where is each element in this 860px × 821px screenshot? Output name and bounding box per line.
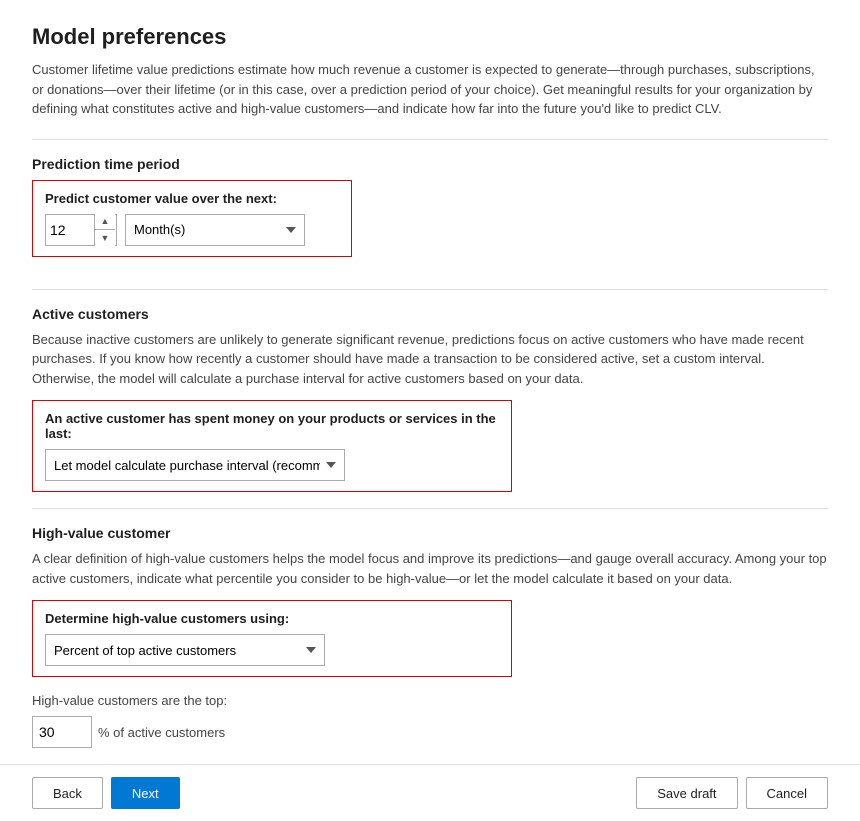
high-value-percent-row: % of active customers	[32, 716, 828, 748]
high-value-description: A clear definition of high-value custome…	[32, 549, 828, 588]
high-value-sub-label: High-value customers are the top:	[32, 693, 828, 708]
spin-buttons: ▲ ▼	[94, 214, 115, 246]
high-value-select[interactable]: Percent of top active customers Model-ca…	[45, 634, 325, 666]
footer-left: Back Next	[32, 777, 180, 809]
footer: Back Next Save draft Cancel	[0, 764, 860, 821]
prediction-box: Predict customer value over the next: ▲ …	[32, 180, 352, 257]
cancel-button[interactable]: Cancel	[746, 777, 828, 809]
save-draft-button[interactable]: Save draft	[636, 777, 737, 809]
footer-right: Save draft Cancel	[636, 777, 828, 809]
prediction-box-label: Predict customer value over the next:	[45, 191, 339, 206]
spin-up-button[interactable]: ▲	[95, 214, 115, 231]
percent-input[interactable]	[32, 716, 92, 748]
page-title: Model preferences	[32, 24, 828, 50]
number-input-wrap: ▲ ▼	[45, 214, 117, 246]
active-box-label: An active customer has spent money on yo…	[45, 411, 499, 441]
spin-down-button[interactable]: ▼	[95, 230, 115, 246]
next-button[interactable]: Next	[111, 777, 180, 809]
active-section-title: Active customers	[32, 306, 828, 322]
high-value-section-title: High-value customer	[32, 525, 828, 541]
percent-suffix: % of active customers	[98, 725, 225, 740]
active-customers-box: An active customer has spent money on yo…	[32, 400, 512, 492]
interval-select[interactable]: Let model calculate purchase interval (r…	[45, 449, 345, 481]
back-button[interactable]: Back	[32, 777, 103, 809]
intro-text: Customer lifetime value predictions esti…	[32, 60, 828, 119]
high-value-box-label: Determine high-value customers using:	[45, 611, 499, 626]
period-select[interactable]: Month(s) Year(s) Quarter(s)	[125, 214, 305, 246]
active-description: Because inactive customers are unlikely …	[32, 330, 828, 389]
period-number-input[interactable]	[46, 215, 94, 245]
high-value-box: Determine high-value customers using: Pe…	[32, 600, 512, 677]
prediction-section-title: Prediction time period	[32, 156, 828, 172]
